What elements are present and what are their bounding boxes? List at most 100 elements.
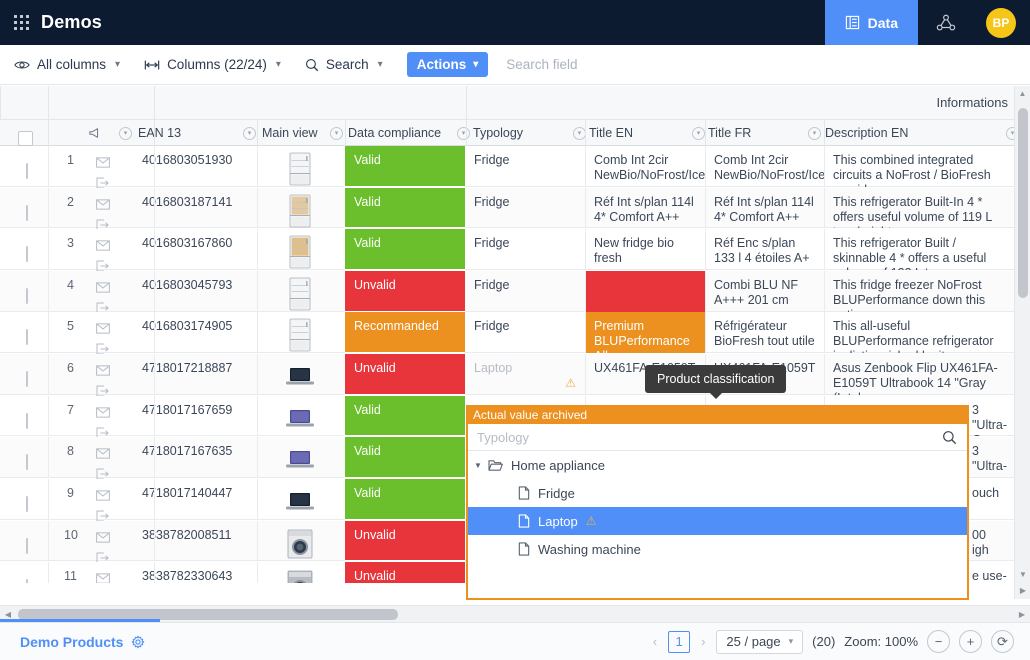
cell-ean-13[interactable]: 4718017167635 [134,437,254,459]
envelope-icon[interactable] [96,532,110,543]
cell-main-view-thumbnail[interactable] [285,151,315,187]
envelope-icon[interactable] [96,323,110,334]
cell-typology[interactable]: Fridge [466,229,584,270]
chevron-down-icon[interactable]: ▾ [692,127,705,140]
cell-title-en[interactable]: Réf Int s/plan 114l 4* Comfort A++ [586,188,705,228]
search-menu[interactable]: Search ▾ [305,52,393,78]
cell-title-en[interactable]: New fridge bio fresh [586,229,705,270]
cell-description-en[interactable]: This combined integrated circuits a NoFr… [825,146,1011,187]
chevron-down-icon[interactable]: ▾ [457,127,470,140]
cell-description-en[interactable]: Asus Zenbook Flip UX461FA-E1059T Ultrabo… [825,354,1011,395]
user-avatar[interactable]: BP [986,8,1016,38]
scroll-right-arrow[interactable]: ▶ [1014,610,1030,619]
cell-title-en[interactable] [586,271,705,312]
chevron-down-icon[interactable]: ▾ [330,127,343,140]
dropdown-search-input[interactable] [477,430,942,445]
cell-title-fr[interactable]: Combi BLU NF A+++ 201 cm [706,271,824,312]
cell-ean-13[interactable]: 3838782330643 [134,562,254,583]
row-select-checkbox[interactable] [18,240,34,262]
cell-main-view-thumbnail[interactable] [285,526,315,562]
cell-data-compliance[interactable]: Valid [345,396,465,436]
cell-data-compliance[interactable]: Unvalid [345,562,465,583]
cell-typology[interactable]: Fridge [466,188,584,228]
chevron-down-icon[interactable]: ▼ [468,461,488,470]
cell-main-view-thumbnail[interactable] [285,317,315,353]
cell-typology[interactable]: Fridge [466,271,584,312]
cell-main-view-thumbnail[interactable] [285,567,315,583]
horizontal-scroll-thumb[interactable] [18,609,398,620]
envelope-icon[interactable] [96,365,110,376]
cell-title-fr[interactable]: Réf Int s/plan 114l 4* Comfort A++ [706,188,824,228]
footer-tab-demo-products[interactable]: Demo Products [20,634,145,650]
scroll-down-arrow[interactable]: ▼ [1015,567,1030,583]
cell-typology[interactable]: Laptop⚠ [466,354,584,395]
row-select-checkbox[interactable] [18,490,34,512]
cell-description-en[interactable]: This refrigerator Built-In 4 * offers us… [825,188,1011,228]
tree-item-home-appliance[interactable]: ▼Home appliance [468,451,967,479]
chevron-down-icon[interactable]: ▾ [119,127,132,140]
prev-page-button[interactable]: ‹ [651,634,659,649]
apps-grid-icon[interactable] [14,15,30,31]
graph-view-button[interactable] [918,0,974,45]
table-row[interactable]: 44016803045793UnvalidFridgeCombi BLU NF … [0,271,1014,312]
cell-data-compliance[interactable]: Valid [345,188,465,228]
zoom-in-button[interactable]: + [959,630,982,653]
cell-title-en[interactable]: Comb Int 2cir NewBio/NoFrost/Ice [586,146,705,187]
column-header-description-en[interactable]: Description EN [825,120,908,146]
table-row[interactable]: 24016803187141ValidFridgeRéf Int s/plan … [0,188,1014,228]
cell-typology[interactable]: Fridge [466,312,584,353]
zoom-out-button[interactable]: − [927,630,950,653]
tree-item-laptop[interactable]: Laptop⚠ [468,507,967,535]
cell-data-compliance[interactable]: Unvalid [345,521,465,561]
refresh-button[interactable]: ⟳ [991,630,1014,653]
tree-item-washing-machine[interactable]: Washing machine [468,535,967,563]
table-row[interactable]: 64718017218887UnvalidLaptop⚠UX461FA-E105… [0,354,1014,395]
column-header-title-fr[interactable]: Title FR [708,120,751,146]
row-select-checkbox[interactable] [18,323,34,345]
page-size-select[interactable]: 25 / page ▾ [716,630,803,654]
scroll-left-arrow[interactable]: ◀ [0,610,16,619]
row-select-checkbox[interactable] [18,448,34,470]
cell-ean-13[interactable]: 4016803051930 [134,146,254,168]
cell-title-en[interactable]: Premium BLUPerformance All- [586,312,705,353]
envelope-icon[interactable] [96,490,110,501]
column-header-ean-13[interactable]: EAN 13 [138,120,181,146]
cell-main-view-thumbnail[interactable] [285,193,315,229]
chevron-down-icon[interactable]: ▾ [243,127,256,140]
cell-ean-13[interactable]: 4016803167860 [134,229,254,251]
column-header-title-en[interactable]: Title EN [589,120,633,146]
row-select-checkbox[interactable] [18,282,34,304]
cell-main-view-thumbnail[interactable] [285,401,315,437]
cell-description-en[interactable]: This all-useful BLUPerformance refrigera… [825,312,1011,353]
next-page-button[interactable]: › [699,634,707,649]
cell-ean-13[interactable]: 4016803174905 [134,312,254,334]
cell-data-compliance[interactable]: Unvalid [345,354,465,395]
cell-data-compliance[interactable]: Unvalid [345,271,465,312]
cell-typology[interactable]: Fridge [466,146,584,187]
envelope-icon[interactable] [96,448,110,459]
cell-ean-13[interactable]: 4718017218887 [134,354,254,376]
cell-main-view-thumbnail[interactable] [285,359,315,395]
column-header-main-view[interactable]: Main view [262,120,318,146]
columns-menu[interactable]: Columns (22/24) ▾ [144,52,291,78]
tree-item-fridge[interactable]: Fridge [468,479,967,507]
envelope-icon[interactable] [96,282,110,293]
envelope-icon[interactable] [96,157,110,168]
row-select-checkbox[interactable] [18,407,34,429]
cell-data-compliance[interactable]: Recommanded [345,312,465,353]
cell-data-compliance[interactable]: Valid [345,479,465,520]
column-header-typology[interactable]: Typology [473,120,523,146]
envelope-icon[interactable] [96,199,110,210]
row-select-checkbox[interactable] [18,199,34,221]
cell-data-compliance[interactable]: Valid [345,146,465,187]
cell-ean-13[interactable]: 3838782008511 [134,521,254,543]
envelope-icon[interactable] [96,407,110,418]
cell-data-compliance[interactable]: Valid [345,437,465,478]
row-select-checkbox[interactable] [18,532,34,554]
cell-description-en[interactable]: This fridge freezer NoFrost BLUPerforman… [825,271,1011,312]
table-row[interactable]: 34016803167860ValidFridgeNew fridge bio … [0,229,1014,270]
tab-data[interactable]: Data [825,0,918,45]
scroll-up-arrow[interactable]: ▲ [1015,86,1030,102]
search-icon[interactable] [942,430,957,445]
table-row[interactable]: 54016803174905RecommandedFridgePremium B… [0,312,1014,353]
